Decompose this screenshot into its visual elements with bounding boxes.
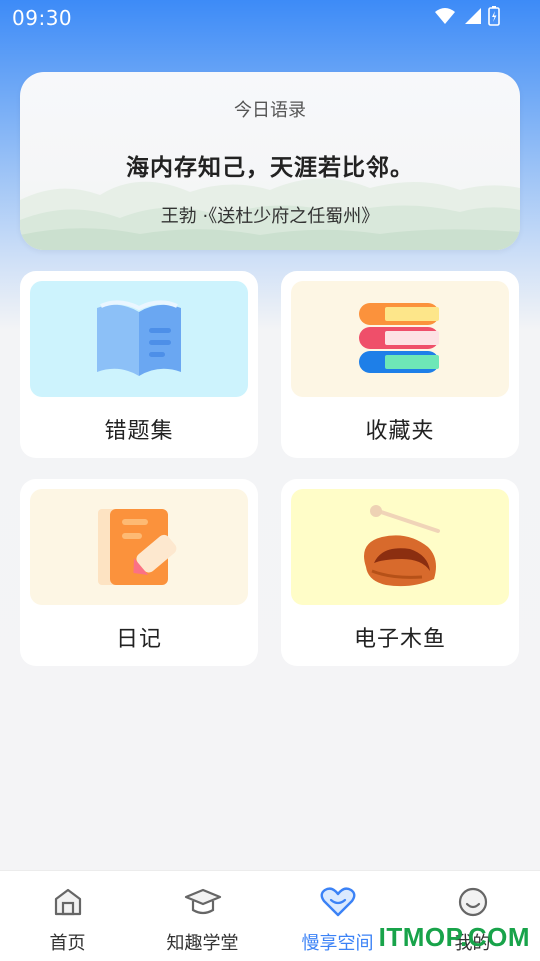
tile-image — [30, 281, 248, 397]
signal-icon — [465, 8, 481, 24]
wooden-fish-icon — [364, 505, 440, 587]
tile-image — [30, 489, 248, 605]
quote-source: 王勃 ·《送杜少府之任蜀州》 — [160, 206, 380, 227]
wifi-icon — [435, 8, 455, 24]
tile-electronic-wooden-fish[interactable]: 电子木鱼 — [281, 479, 519, 666]
tile-diary[interactable]: 日记 — [20, 479, 258, 666]
tile-label: 日记 — [115, 627, 162, 652]
nav-item-home[interactable]: 首页 — [0, 885, 135, 955]
tile-label: 收藏夹 — [365, 419, 435, 444]
home-icon — [54, 888, 81, 916]
tile-favorites[interactable]: 收藏夹 — [281, 271, 519, 458]
quote-text: 海内存知己，天涯若比邻。 — [126, 155, 414, 181]
stacked-books-icon — [359, 303, 439, 373]
heart-icon — [320, 887, 355, 917]
tile-image — [291, 489, 509, 605]
smiley-icon — [458, 887, 487, 917]
tile-mistake-collection[interactable]: 错题集 — [20, 271, 258, 458]
daily-quote-card[interactable]: 今日语录 海内存知己，天涯若比邻。 王勃 ·《送杜少府之任蜀州》 — [20, 72, 520, 250]
book-icon — [97, 300, 181, 376]
tile-image — [291, 281, 509, 397]
status-time: 09:30 — [12, 6, 73, 30]
watermark-logo: ITMOP.COM — [378, 922, 530, 952]
battery-icon — [488, 6, 500, 26]
graduation-cap-icon — [184, 888, 221, 915]
nav-label: 知趣学堂 — [166, 933, 239, 954]
quote-heading: 今日语录 — [234, 100, 306, 121]
status-bar: 09:30 — [0, 0, 540, 34]
notebook-pencil-icon — [98, 509, 177, 585]
tile-label: 错题集 — [104, 419, 174, 444]
nav-label: 首页 — [49, 933, 86, 954]
nav-item-classroom[interactable]: 知趣学堂 — [135, 885, 270, 955]
tile-label: 电子木鱼 — [353, 627, 446, 652]
